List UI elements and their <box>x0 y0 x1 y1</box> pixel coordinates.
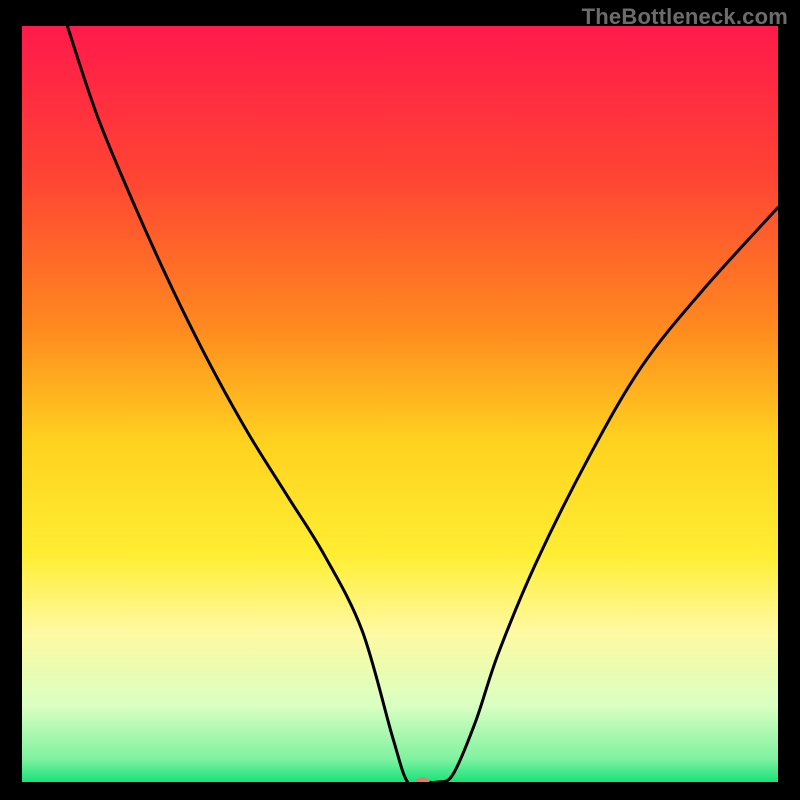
chart-stage: TheBottleneck.com <box>0 0 800 800</box>
gradient-background <box>22 26 778 782</box>
bottleneck-chart <box>22 26 778 782</box>
watermark-text: TheBottleneck.com <box>582 4 788 30</box>
plot-area <box>22 26 778 782</box>
